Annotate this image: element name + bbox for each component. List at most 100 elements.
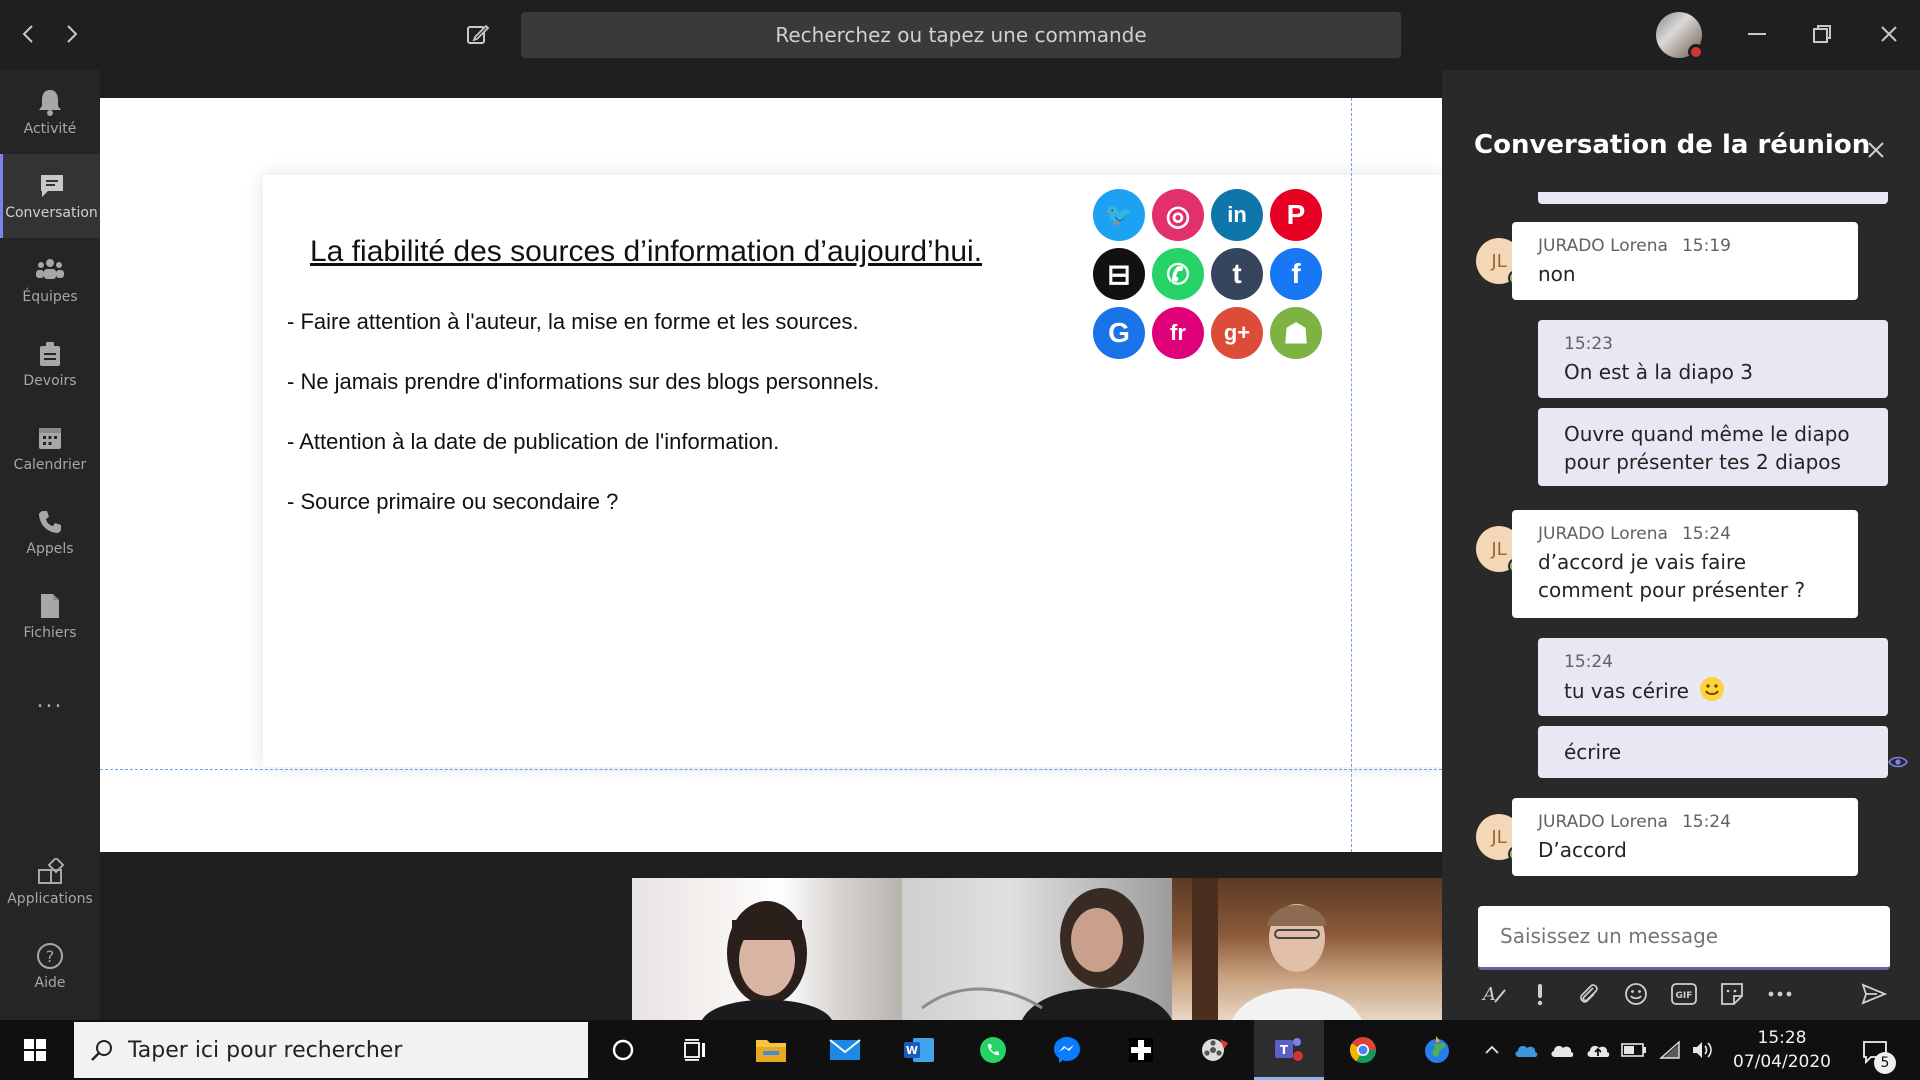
battery-icon[interactable] — [1620, 1036, 1648, 1064]
message-time: 15:24 — [1681, 812, 1731, 832]
rail-item-help[interactable]: ? Aide — [0, 924, 100, 1008]
chat-message[interactable]: JURADO Lorena 15:24 d’accord je vais fair… — [1512, 510, 1858, 618]
participant-video[interactable] — [632, 878, 902, 1020]
messenger-icon[interactable] — [1032, 1020, 1102, 1080]
message-time: 15:19 — [1681, 236, 1731, 256]
chat-message[interactable]: JURADO Lorena 15:24 D’accord — [1512, 798, 1858, 876]
emoji-icon[interactable] — [1620, 978, 1652, 1010]
important-icon[interactable] — [1524, 978, 1556, 1010]
profile-avatar[interactable] — [1656, 12, 1704, 60]
tray-chevron-up-icon[interactable] — [1478, 1036, 1506, 1064]
apps-icon — [35, 857, 65, 887]
back-icon[interactable] — [8, 14, 48, 54]
slide-bullet: - Ne jamais prendre d'informations sur d… — [287, 369, 880, 394]
rail-item-activity[interactable]: Activité — [0, 70, 100, 154]
format-icon[interactable]: A — [1478, 978, 1510, 1010]
clock-time: 15:28 — [1757, 1028, 1807, 1048]
taskbar-clock[interactable]: 15:28 07/04/2020 — [1722, 1026, 1842, 1074]
windows-start-icon[interactable] — [0, 1020, 70, 1080]
search-icon — [90, 1038, 114, 1062]
chat-message-own[interactable]: 15:24 tu vas cérire — [1538, 638, 1888, 716]
file-explorer-icon[interactable] — [736, 1020, 806, 1080]
chat-icon — [37, 171, 67, 201]
message-composer[interactable] — [1478, 906, 1890, 970]
whatsapp-icon: ✆ — [1152, 248, 1204, 300]
chrome-icon[interactable] — [1328, 1020, 1398, 1080]
rail-item-conversation[interactable]: Conversation — [0, 154, 100, 238]
globe-app-icon[interactable] — [1402, 1020, 1472, 1080]
restore-icon[interactable] — [1797, 14, 1847, 54]
rail-label: Applications — [7, 891, 93, 907]
attach-icon[interactable] — [1572, 978, 1604, 1010]
taskbar-search-box[interactable]: Taper ici pour rechercher — [74, 1022, 588, 1078]
rail-item-assignments[interactable]: Devoirs — [0, 322, 100, 406]
whatsapp-icon[interactable] — [958, 1020, 1028, 1080]
svg-text:GIF: GIF — [1676, 991, 1693, 1001]
more-apps-button[interactable]: ... — [0, 658, 100, 742]
clock-date: 07/04/2020 — [1733, 1052, 1831, 1072]
rail-item-files[interactable]: Fichiers — [0, 574, 100, 658]
google-plus-icon: g+ — [1211, 307, 1263, 359]
teams-icon — [35, 255, 65, 285]
chat-message-own[interactable]: 15:23 On est à la diapo 3 — [1538, 320, 1888, 398]
volume-icon[interactable] — [1688, 1036, 1716, 1064]
busy-status-icon — [1688, 44, 1704, 60]
rail-label: Calendrier — [13, 457, 87, 473]
onedrive-icon[interactable] — [1512, 1036, 1540, 1064]
task-view-icon[interactable] — [660, 1020, 730, 1080]
onedrive-personal-icon[interactable] — [1548, 1036, 1576, 1064]
message-input[interactable] — [1500, 918, 1870, 954]
svg-text:?: ? — [46, 947, 55, 966]
participant-video[interactable] — [1172, 878, 1442, 1020]
media-player-icon[interactable] — [1180, 1020, 1250, 1080]
send-icon[interactable] — [1858, 978, 1890, 1010]
title-bar: Recherchez ou tapez une commande — [0, 0, 1920, 70]
phone-icon — [35, 507, 65, 537]
file-icon — [35, 591, 65, 621]
rail-item-teams[interactable]: Équipes — [0, 238, 100, 322]
teams-taskbar-icon[interactable]: T — [1254, 1020, 1324, 1080]
rail-item-calls[interactable]: Appels — [0, 490, 100, 574]
avatar-initials: JL — [1491, 250, 1507, 272]
rail-label: Activité — [23, 121, 77, 137]
message-bubble-partial — [1538, 192, 1888, 204]
svg-text:T: T — [1280, 1043, 1289, 1057]
word-icon[interactable]: W — [884, 1020, 954, 1080]
avatar-initials: JL — [1491, 538, 1507, 560]
linkedin-icon: in — [1211, 189, 1263, 241]
more-options-icon[interactable] — [1764, 978, 1796, 1010]
chat-message[interactable]: JURADO Lorena 15:19 non — [1512, 222, 1858, 300]
cloud-upload-icon[interactable] — [1584, 1036, 1612, 1064]
rail-item-calendar[interactable]: Calendrier — [0, 406, 100, 490]
chat-message-own[interactable]: écrire — [1538, 726, 1888, 778]
facebook-icon: f — [1270, 248, 1322, 300]
plus-app-icon[interactable] — [1106, 1020, 1176, 1080]
mail-icon[interactable] — [810, 1020, 880, 1080]
rail-item-applications[interactable]: Applications — [0, 840, 100, 924]
gif-icon[interactable]: GIF — [1668, 978, 1700, 1010]
wifi-icon[interactable] — [1656, 1036, 1684, 1064]
chat-close-icon[interactable] — [1856, 130, 1896, 170]
taskbar-search-text: Taper ici pour rechercher — [128, 1037, 403, 1063]
forward-icon[interactable] — [52, 14, 92, 54]
message-author: JURADO Lorena — [1538, 524, 1668, 544]
compose-icon[interactable] — [458, 14, 498, 54]
participant-video[interactable] — [902, 878, 1172, 1020]
notification-count-badge: 5 — [1874, 1052, 1896, 1074]
rail-label: Équipes — [22, 289, 78, 305]
close-icon[interactable] — [1864, 14, 1914, 54]
minimize-icon[interactable] — [1732, 14, 1782, 54]
sticker-icon[interactable] — [1716, 978, 1748, 1010]
cortana-icon[interactable] — [588, 1020, 658, 1080]
command-search-bar[interactable]: Recherchez ou tapez une commande — [521, 12, 1401, 58]
slide-bullet: - Attention à la date de publication de … — [287, 429, 780, 454]
message-text: d’accord je vais faire comment pour prés… — [1538, 550, 1806, 602]
chat-message-own[interactable]: Ouvre quand même le diapo pour présenter… — [1538, 408, 1888, 486]
action-center-icon[interactable]: 5 — [1850, 1030, 1900, 1074]
slide-guide-vertical — [1351, 98, 1352, 852]
rail-label: Aide — [34, 975, 66, 991]
chat-message-list: JL JURADO Lorena 15:19 non 15:23 On est à… — [1442, 192, 1920, 882]
rail-label: Devoirs — [23, 373, 77, 389]
pinterest-icon: P — [1270, 189, 1322, 241]
tumblr-icon: t — [1211, 248, 1263, 300]
